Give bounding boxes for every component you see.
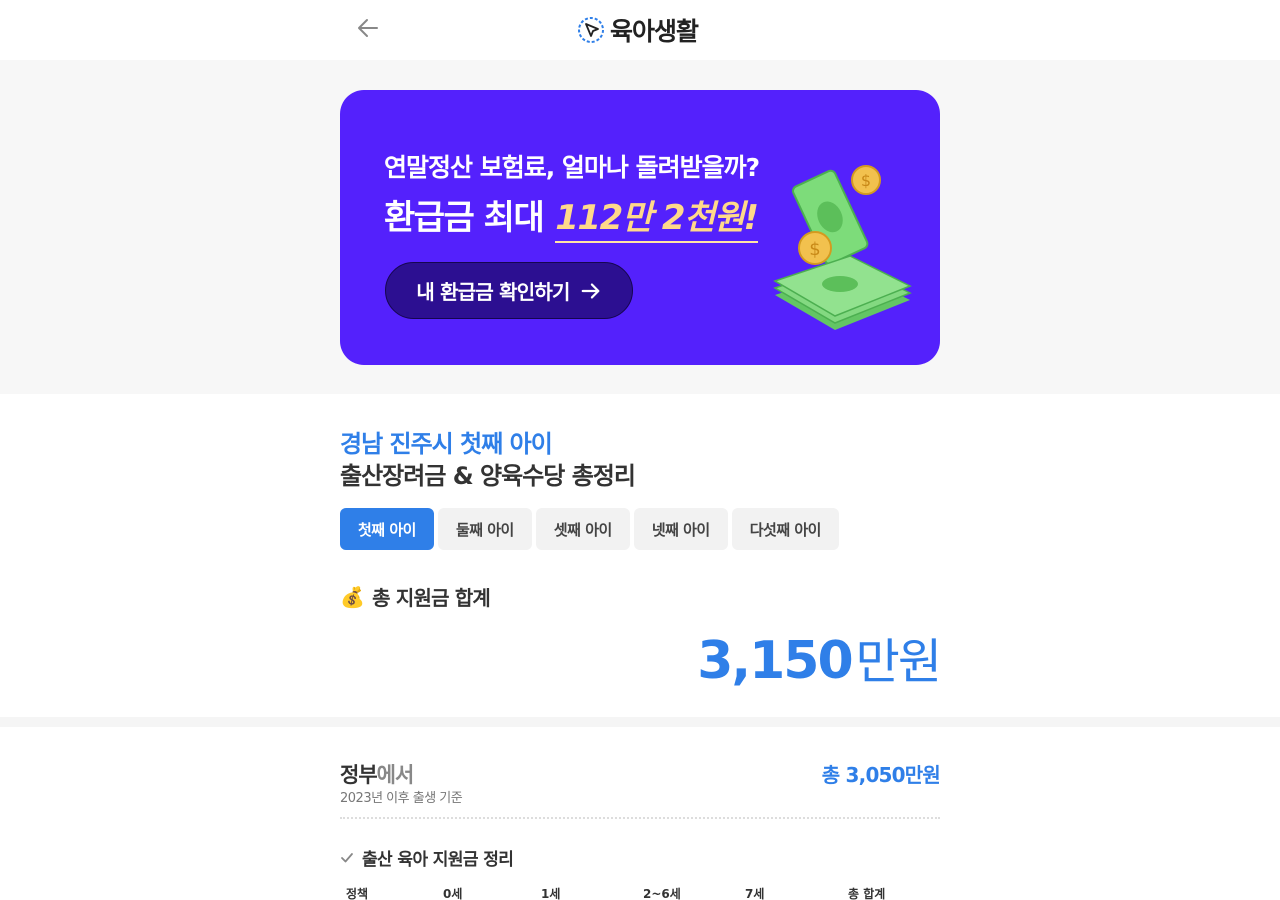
total-support-label: 💰 총 지원금 합계 (340, 582, 491, 611)
check-refund-button[interactable]: 내 환급금 확인하기 (385, 262, 633, 319)
svg-text:$: $ (861, 171, 871, 190)
tab-second-child[interactable]: 둘째 아이 (437, 508, 532, 550)
tab-third-child[interactable]: 셋째 아이 (535, 508, 630, 550)
child-order-tabs: 첫째 아이 둘째 아이 셋째 아이 넷째 아이 다섯째 아이 (340, 508, 839, 550)
dotted-divider (340, 817, 940, 819)
support-list-toggle[interactable]: 출산 육아 지원금 정리 (340, 845, 514, 870)
column-header-policy: 정책 (346, 887, 369, 900)
column-header-age0: 0세 (443, 887, 463, 900)
banner-headline: 연말정산 보험료, 얼마나 돌려받을까? (384, 153, 760, 182)
money-bag-icon: 💰 (340, 584, 365, 609)
banner-amount: 112만 2천원! (555, 190, 759, 243)
logo-text: 육아생활 (610, 17, 699, 46)
birth-criteria-note: 2023년 이후 출생 기준 (340, 791, 463, 806)
money-illustration-icon: $ $ (773, 165, 912, 330)
arrow-right-icon (581, 282, 599, 299)
check-icon (341, 852, 353, 862)
arrow-left-icon (358, 19, 378, 37)
total-label-text: 총 지원금 합계 (372, 586, 491, 610)
section-title: 출산 육아 지원금 정리 (362, 850, 514, 870)
column-header-total: 총 합계 (848, 887, 886, 900)
total-support-amount: 3,150 만원 (697, 622, 942, 692)
top-header: 육아생활 (0, 0, 1280, 60)
tab-fourth-child[interactable]: 넷째 아이 (633, 508, 728, 550)
logo-icon (578, 17, 604, 43)
svg-text:$: $ (809, 239, 820, 260)
back-button[interactable] (352, 12, 384, 44)
banner-subheadline: 환급금 최대 112만 2천원! (384, 190, 759, 243)
app-logo[interactable]: 육아생활 (576, 12, 699, 48)
column-header-age7: 7세 (745, 887, 765, 900)
tab-fifth-child[interactable]: 다섯째 아이 (731, 508, 839, 550)
page-title: 출산장려금 & 양육수당 총정리 (340, 462, 636, 490)
column-header-age1: 1세 (541, 887, 561, 900)
government-title: 정부에서 (340, 759, 415, 789)
government-total: 총 3,050만원 (821, 763, 941, 787)
tab-first-child[interactable]: 첫째 아이 (340, 508, 434, 550)
total-value: 3,150 (697, 631, 853, 691)
banner-section: 연말정산 보험료, 얼마나 돌려받을까? 환급금 최대 112만 2천원! 내 … (0, 60, 1280, 394)
promo-banner[interactable]: 연말정산 보험료, 얼마나 돌려받을까? 환급금 최대 112만 2천원! 내 … (340, 90, 940, 365)
column-header-age2-6: 2~6세 (643, 887, 681, 900)
total-unit: 만원 (855, 634, 942, 690)
government-support-section: 정부에서 2023년 이후 출생 기준 총 3,050만원 출산 육아 지원금 … (0, 727, 1280, 900)
section-divider (0, 717, 1280, 727)
banner-prefix: 환급금 최대 (384, 198, 545, 238)
region-subtitle: 경남 진주시 첫째 아이 (340, 430, 553, 458)
government-title-suffix: 에서 (376, 763, 415, 787)
cta-label: 내 환급금 확인하기 (416, 280, 570, 304)
government-title-main: 정부 (340, 763, 378, 787)
table-header: 정책 0세 1세 2~6세 7세 총 합계 (340, 885, 940, 900)
support-summary: 경남 진주시 첫째 아이 출산장려금 & 양육수당 총정리 첫째 아이 둘째 아… (0, 394, 1280, 717)
